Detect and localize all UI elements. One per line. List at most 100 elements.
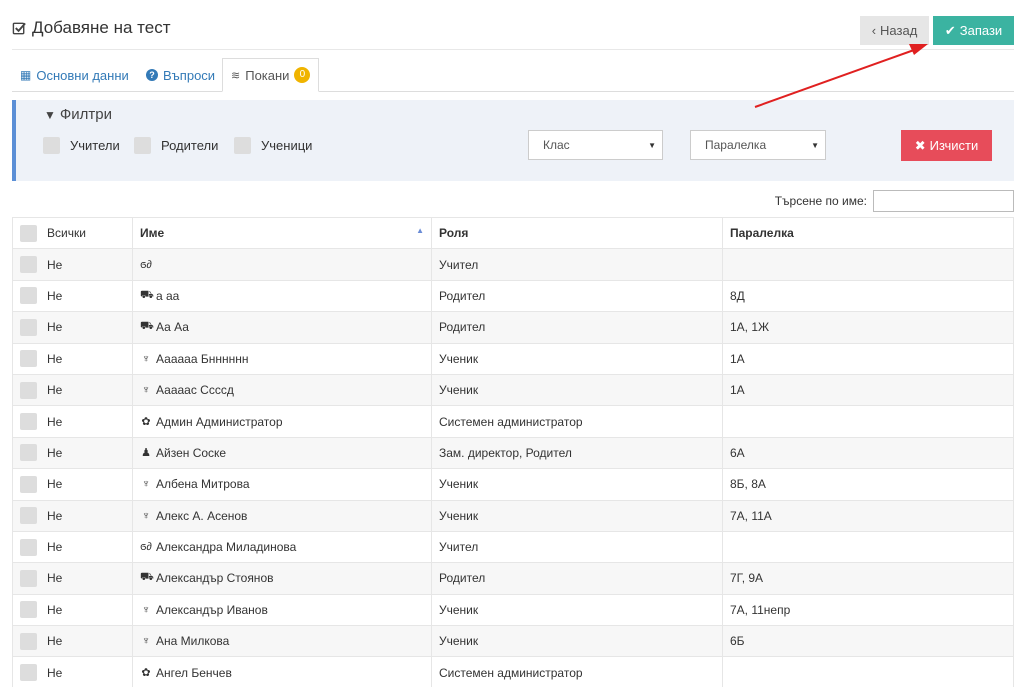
table-row[interactable]: Не ♆ Александър Иванов Ученик 7А, 11непр <box>12 593 1014 626</box>
row-role: Ученик <box>439 602 479 617</box>
close-icon: ✖ <box>914 137 926 153</box>
row-select-checkbox[interactable] <box>20 381 37 399</box>
row-selected-value: Не <box>47 383 63 398</box>
row-parallel: 7Г, 9А <box>730 571 764 586</box>
row-select-checkbox[interactable] <box>20 569 37 587</box>
row-role: Ученик <box>439 634 479 649</box>
class-select[interactable]: Клас ▼ <box>528 130 663 160</box>
caret-down-icon: ▼ <box>811 140 819 150</box>
grid-icon: ▦ <box>20 68 32 82</box>
select-all-header[interactable]: Всички <box>12 216 133 249</box>
table-header-row: Всички Име ▲ Роля Паралелка <box>12 216 1014 249</box>
filters-panel: ▼ Филтри Учители Родители Ученици Клас ▼… <box>12 100 1014 181</box>
row-name: Ангел Бенчев <box>156 665 232 680</box>
student-icon: ♆ <box>141 384 151 397</box>
row-role: Родител <box>439 571 486 586</box>
row-select-checkbox[interactable] <box>20 413 37 431</box>
row-select-checkbox[interactable] <box>20 318 37 336</box>
chevron-left-icon: ‹ <box>871 23 877 38</box>
admin-gear-icon: ✿ <box>141 667 151 680</box>
tab-basic-data[interactable]: ▦ Основни данни <box>12 58 137 92</box>
tab-label: Покани <box>245 67 290 83</box>
row-role: Ученик <box>439 383 479 398</box>
row-select-checkbox[interactable] <box>20 538 37 556</box>
teacher-icon: ϭ∂ <box>140 541 152 554</box>
select-all-checkbox[interactable] <box>20 224 37 242</box>
row-select-checkbox[interactable] <box>20 601 37 619</box>
tab-label: Основни данни <box>36 67 129 83</box>
filter-teachers[interactable]: Учители <box>43 137 120 154</box>
row-selected-value: Не <box>47 508 63 523</box>
row-parallel: 8Б, 8А <box>730 477 766 492</box>
filter-icon: ▼ <box>44 107 56 122</box>
row-select-checkbox[interactable] <box>20 287 37 305</box>
caret-down-icon: ▼ <box>648 140 656 150</box>
row-role: Зам. директор, Родител <box>439 445 572 460</box>
table-row[interactable]: Не ♆ Аааааc Ссссд Ученик 1А <box>12 373 1014 406</box>
search-input[interactable] <box>873 190 1014 212</box>
row-select-checkbox[interactable] <box>20 632 37 650</box>
parent-icon: ⛟ <box>140 571 154 584</box>
table-row[interactable]: Не ϭ∂ Александра Миладинова Учител <box>12 530 1014 563</box>
row-selected-value: Не <box>47 257 63 272</box>
table-row[interactable]: Не ♆ Алекс А. Асенов Ученик 7А, 11А <box>12 499 1014 532</box>
teachers-checkbox[interactable] <box>43 137 60 154</box>
filter-parents[interactable]: Родители <box>134 137 218 154</box>
recipients-table: Всички Име ▲ Роля Паралелка Не ϭ∂ Учител Не… <box>12 216 1014 687</box>
row-select-checkbox[interactable] <box>20 256 37 274</box>
parent-icon: ⛟ <box>140 288 154 301</box>
back-button[interactable]: ‹ Назад <box>860 16 929 45</box>
filter-students[interactable]: Ученици <box>234 137 312 154</box>
row-selected-value: Не <box>47 320 63 335</box>
row-selected-value: Не <box>47 571 63 586</box>
name-column-header[interactable]: Име ▲ <box>132 216 432 249</box>
row-selected-value: Не <box>47 288 63 303</box>
row-name: Александра Миладинова <box>156 540 297 555</box>
search-label: Търсене по име: <box>774 194 867 208</box>
table-row[interactable]: Не ♆ Ана Милкова Ученик 6Б <box>12 625 1014 657</box>
students-checkbox[interactable] <box>234 137 251 154</box>
role-column-header[interactable]: Роля <box>431 216 723 249</box>
row-role: Системен администратор <box>439 665 583 680</box>
table-row[interactable]: Не ♆ Аааааа Бнннннн Ученик 1А <box>12 342 1014 375</box>
table-row[interactable]: Не ⛟ Аа Аа Родител 1А, 1Ж <box>12 311 1014 344</box>
row-select-checkbox[interactable] <box>20 444 37 462</box>
row-role: Учител <box>439 540 479 555</box>
name-search: Търсене по име: <box>775 190 1014 212</box>
table-row[interactable]: Не ⛟ Александър Стоянов Родител 7Г, 9А <box>12 562 1014 595</box>
table-row[interactable]: Не ♆ Албена Митрова Ученик 8Б, 8А <box>12 468 1014 501</box>
page-title-text: Добавяне на тест <box>32 18 171 37</box>
parents-checkbox[interactable] <box>134 137 151 154</box>
page-header: Добавяне на тест ‹ Назад ✔ Запази <box>12 12 1014 50</box>
row-parallel: 8Д <box>730 288 745 303</box>
user-icon: ♟ <box>141 447 151 460</box>
tab-invitations[interactable]: ≋ Покани 0 <box>222 58 320 92</box>
row-select-checkbox[interactable] <box>20 664 37 682</box>
row-parallel: 7А, 11непр <box>730 602 791 617</box>
table-row[interactable]: Не ϭ∂ Учител <box>12 248 1014 281</box>
row-selected-value: Не <box>47 665 63 680</box>
row-role: Родител <box>439 320 486 335</box>
clear-filters-button[interactable]: ✖ Изчисти <box>901 130 992 161</box>
tab-label: Въпроси <box>163 67 216 83</box>
parallel-select[interactable]: Паралелка ▼ <box>690 130 826 160</box>
row-select-checkbox[interactable] <box>20 475 37 493</box>
table-row[interactable]: Не ✿ Админ Администратор Системен администр… <box>12 405 1014 438</box>
tab-questions[interactable]: ? Въпроси <box>138 58 223 92</box>
select-all-label: Всички <box>47 226 86 241</box>
row-select-checkbox[interactable] <box>20 350 37 368</box>
row-selected-value: Не <box>47 445 63 460</box>
row-select-checkbox[interactable] <box>20 507 37 525</box>
save-button[interactable]: ✔ Запази <box>933 16 1014 45</box>
filters-title: ▼ Филтри <box>44 106 112 123</box>
row-selected-value: Не <box>47 351 63 366</box>
row-name: а аа <box>156 288 180 303</box>
parallel-header-label: Паралелка <box>730 226 794 241</box>
row-selected-value: Не <box>47 477 63 492</box>
parallel-column-header[interactable]: Паралелка <box>722 216 1014 249</box>
table-row[interactable]: Не ♟ Айзен Соске Зам. директор, Родител 6А <box>12 436 1014 469</box>
admin-gear-icon: ✿ <box>141 416 151 429</box>
table-row[interactable]: Не ✿ Ангел Бенчев Системен администратор <box>12 656 1014 687</box>
table-row[interactable]: Не ⛟ а аа Родител 8Д <box>12 279 1014 312</box>
page-title: Добавяне на тест <box>12 18 170 38</box>
